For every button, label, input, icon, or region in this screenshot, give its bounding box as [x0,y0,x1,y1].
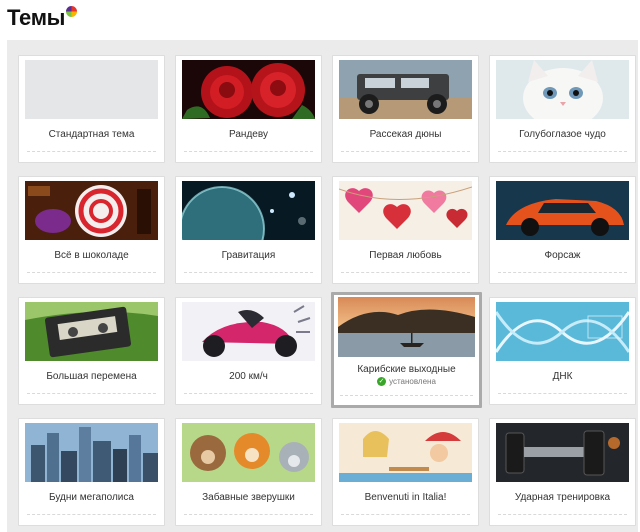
tile-divider [27,393,156,394]
theme-label: Голубоглазое чудо [519,129,606,140]
theme-tile-big-break[interactable]: Большая перемена [18,297,165,405]
theme-label: 200 км/ч [229,371,268,382]
theme-tile-forsage[interactable]: Форсаж [489,176,636,284]
hearts-garland-icon [339,181,472,240]
tile-divider [341,151,470,152]
theme-tile-rendezvous[interactable]: Рандеву [175,55,322,163]
tropical-sunset-icon [338,297,475,357]
tile-divider [184,151,313,152]
theme-label: Будни мегаполиса [49,492,134,503]
theme-tile-standard[interactable]: Стандартная тема [18,55,165,163]
multicolor-logo-icon [66,6,78,17]
theme-label: ДНК [552,371,573,382]
space-planet-icon [182,181,315,240]
theme-label: Стандартная тема [48,129,135,140]
theme-label: Первая любовь [369,250,442,261]
theme-tile-gravity[interactable]: Гравитация [175,176,322,284]
tile-divider [184,272,313,273]
theme-label: Форсаж [544,250,581,261]
tile-divider [498,272,627,273]
tile-divider [27,151,156,152]
theme-tile-critters[interactable]: Забавные зверушки [175,418,322,526]
tile-divider [498,151,627,152]
cassette-tape-icon [25,302,158,361]
offroad-jeep-icon [339,60,472,119]
tile-divider [340,395,473,396]
dna-helix-icon [496,302,629,361]
motorcycle-icon [182,302,315,361]
theme-label: Гравитация [221,250,276,261]
theme-label: Забавные зверушки [202,492,295,503]
theme-label: Рандеву [229,129,268,140]
theme-tile-megapolis[interactable]: Будни мегаполиса [18,418,165,526]
dumbbell-icon [496,423,629,482]
sports-car-icon [496,181,629,240]
installed-status-text: установлена [389,377,436,386]
page-header: Темы [7,4,78,34]
check-circle-icon: ✓ [377,377,387,386]
theme-label: Ударная тренировка [514,492,611,503]
white-kitten-icon [496,60,629,119]
page-title: Темы [7,5,66,30]
tile-divider [341,272,470,273]
theme-tile-first-love[interactable]: Первая любовь [332,176,479,284]
theme-tile-caribbean[interactable]: Карибские выходные ✓ установлена [331,292,482,408]
tile-divider [498,514,627,515]
tile-divider [184,514,313,515]
theme-tile-dunes[interactable]: Рассекая дюны [332,55,479,163]
blank-theme-icon [25,60,158,119]
theme-tile-blue-eyed[interactable]: Голубоглазое чудо [489,55,636,163]
red-roses-icon [182,60,315,119]
italian-cafe-icon [339,423,472,482]
theme-tile-chocolate[interactable]: Всё в шоколаде [18,176,165,284]
theme-tile-200kmh[interactable]: 200 км/ч [175,297,322,405]
lollipop-candy-icon [25,181,158,240]
theme-tile-dna[interactable]: ДНК [489,297,636,405]
tile-divider [498,393,627,394]
cartoon-animals-icon [182,423,315,482]
themes-grid: Стандартная тема Рандеву Рассекая дюны Г… [7,40,638,532]
tile-divider [341,514,470,515]
theme-label: Большая перемена [46,371,137,382]
tile-divider [27,514,156,515]
theme-tile-italia[interactable]: Benvenuti in Italia! [332,418,479,526]
theme-label: Всё в шоколаде [54,250,129,261]
tile-divider [184,393,313,394]
city-skyline-icon [25,423,158,482]
theme-tile-workout[interactable]: Ударная тренировка [489,418,636,526]
installed-status: ✓ установлена [334,377,479,386]
theme-label: Карибские выходные [357,364,456,375]
theme-label: Рассекая дюны [369,129,442,140]
tile-divider [27,272,156,273]
theme-label: Benvenuti in Italia! [364,492,447,503]
